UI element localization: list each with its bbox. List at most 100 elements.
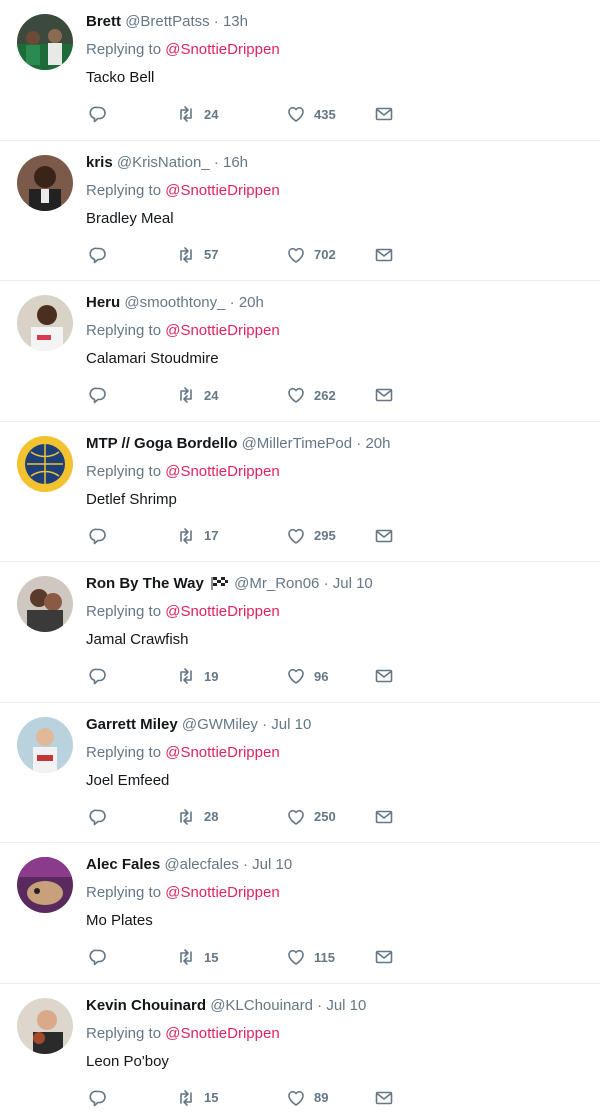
reply-tweet[interactable]: Ron By The Way @Mr_Ron06 · Jul 10 Replyi… [0,562,600,703]
dm-button[interactable] [374,806,394,828]
reply-button[interactable] [88,244,108,266]
like-button[interactable]: 96 [286,665,328,687]
reply-tweet[interactable]: Kevin Chouinard @KLChouinard · Jul 10 Re… [0,984,600,1113]
timestamp[interactable]: Jul 10 [271,716,311,733]
action-bar: 19 96 [86,665,406,687]
heart-icon [288,528,304,544]
avatar[interactable] [17,857,73,913]
dm-button[interactable] [374,244,394,266]
timestamp[interactable]: Jul 10 [333,575,373,592]
reply-tweet[interactable]: Garrett Miley @GWMiley · Jul 10 Replying… [0,703,600,843]
display-name[interactable]: kris [86,154,113,171]
like-button[interactable]: 89 [286,1087,328,1109]
dm-button[interactable] [374,1087,394,1109]
retweet-button[interactable]: 17 [176,525,218,547]
dm-button[interactable] [374,103,394,125]
separator-dot: · [213,13,219,30]
display-name[interactable]: Heru [86,294,120,311]
retweet-button[interactable]: 24 [176,103,218,125]
like-button[interactable]: 295 [286,525,336,547]
mention-link[interactable]: @SnottieDrippen [165,322,279,339]
reply-icon [89,528,106,544]
avatar[interactable] [17,435,73,492]
dm-button[interactable] [374,946,394,968]
like-count: 435 [314,106,336,122]
like-button[interactable]: 115 [286,946,335,968]
timestamp[interactable]: 13h [223,13,248,30]
reply-feed: Brett @BrettPatss · 13h Replying to @Sno… [0,0,600,1113]
display-name[interactable]: MTP // Goga Bordello [86,435,237,452]
tweet-content: Kevin Chouinard @KLChouinard · Jul 10 Re… [86,996,590,1072]
like-button[interactable]: 250 [286,806,336,828]
reply-tweet[interactable]: kris @KrisNation_ · 16h Replying to @Sno… [0,141,600,281]
like-button[interactable]: 262 [286,384,336,406]
reply-tweet[interactable]: MTP // Goga Bordello @MillerTimePod · 20… [0,422,600,562]
retweet-button[interactable]: 28 [176,806,218,828]
display-name[interactable]: Ron By The Way [86,575,204,592]
dm-button[interactable] [374,384,394,406]
mention-link[interactable]: @SnottieDrippen [165,41,279,58]
reply-button[interactable] [88,103,108,125]
timestamp[interactable]: 16h [223,154,248,171]
reply-tweet[interactable]: Alec Fales @alecfales · Jul 10 Replying … [0,843,600,984]
reply-button[interactable] [88,384,108,406]
reply-button[interactable] [88,806,108,828]
action-bar: 24 262 [86,384,406,406]
reply-button[interactable] [88,525,108,547]
user-handle[interactable]: @KrisNation_ [117,154,210,171]
timestamp[interactable]: 20h [365,435,390,452]
user-handle[interactable]: @smoothtony_ [124,294,225,311]
like-button[interactable]: 702 [286,244,336,266]
replying-prefix: Replying to [86,1024,162,1042]
action-bar: 24 435 [86,103,406,125]
user-handle[interactable]: @GWMiley [182,716,258,733]
separator-dot: · [229,294,235,311]
avatar[interactable] [17,295,73,351]
dm-button[interactable] [374,665,394,687]
user-handle[interactable]: @MillerTimePod [242,435,353,452]
mention-link[interactable]: @SnottieDrippen [165,463,279,480]
retweet-button[interactable]: 15 [176,946,218,968]
tweet-header: kris @KrisNation_ · 16h [86,153,590,173]
user-handle[interactable]: @BrettPatss [125,13,209,30]
user-handle[interactable]: @alecfales [164,856,238,873]
mention-link[interactable]: @SnottieDrippen [165,182,279,199]
mention-link[interactable]: @SnottieDrippen [165,1025,279,1042]
like-count: 702 [314,247,336,262]
avatar[interactable] [17,716,73,773]
avatar[interactable] [17,14,73,70]
timestamp[interactable]: Jul 10 [326,997,366,1014]
reply-button[interactable] [88,1087,108,1109]
reply-icon [89,949,106,966]
heart-icon [288,1090,304,1106]
reply-tweet[interactable]: Heru @smoothtony_ · 20h Replying to @Sno… [0,281,600,422]
reply-tweet[interactable]: Brett @BrettPatss · 13h Replying to @Sno… [0,0,600,141]
replying-prefix: Replying to [86,322,162,339]
replying-to: Replying to @SnottieDrippen [86,462,590,482]
user-handle[interactable]: @Mr_Ron06 [234,575,319,592]
mention-link[interactable]: @SnottieDrippen [165,884,279,901]
avatar[interactable] [17,154,73,211]
display-name[interactable]: Kevin Chouinard [86,997,206,1014]
retweet-button[interactable]: 24 [176,384,218,406]
dm-button[interactable] [374,525,394,547]
display-name[interactable]: Alec Fales [86,856,160,873]
retweet-button[interactable]: 19 [176,665,218,687]
timestamp[interactable]: Jul 10 [252,856,292,873]
separator-dot: · [213,153,219,171]
avatar[interactable] [17,997,73,1054]
user-handle[interactable]: @KLChouinard [210,997,313,1014]
reply-button[interactable] [88,946,108,968]
action-bar: 15 115 [86,946,406,968]
mention-link[interactable]: @SnottieDrippen [165,744,279,761]
mention-link[interactable]: @SnottieDrippen [165,603,279,620]
like-button[interactable]: 435 [286,103,336,125]
retweet-button[interactable]: 15 [176,1087,218,1109]
reply-button[interactable] [88,665,108,687]
timestamp[interactable]: 20h [239,294,264,311]
avatar[interactable] [17,576,73,632]
display-name[interactable]: Brett [86,13,121,30]
retweet-button[interactable]: 57 [176,244,218,266]
display-name[interactable]: Garrett Miley [86,716,178,733]
tweet-content: Heru @smoothtony_ · 20h Replying to @Sno… [86,293,590,369]
